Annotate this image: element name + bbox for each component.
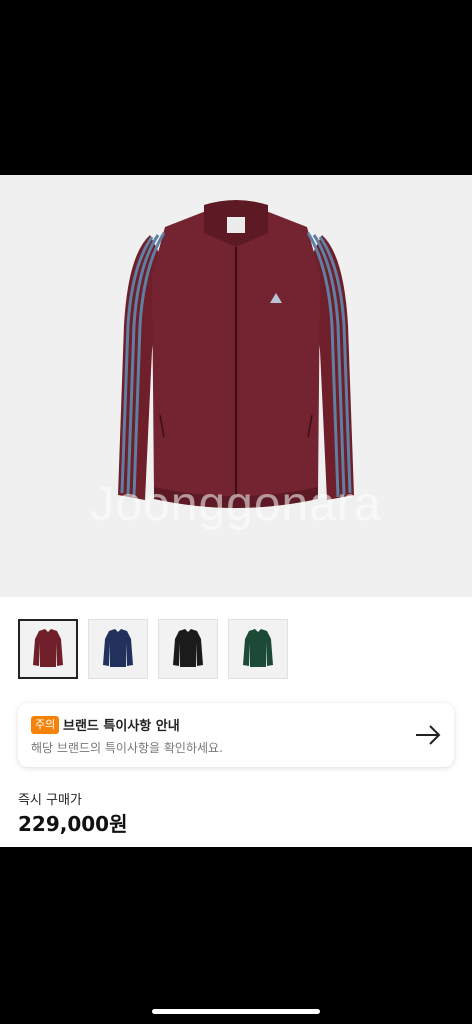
notice-title: 브랜드 특이사항 안내 — [63, 719, 180, 734]
thumbnail-navy[interactable] — [88, 619, 148, 679]
instant-buy-price-label: 즉시 구매가 — [18, 793, 82, 808]
instant-buy-price: 229,000원 — [18, 812, 128, 836]
black-jacket-thumbnail — [173, 629, 203, 667]
brand-notice-card[interactable]: 주의 브랜드 특이사항 안내 해당 브랜드의 특이사항을 확인하세요. — [18, 703, 454, 767]
arrow-right-icon[interactable] — [414, 721, 442, 753]
caution-badge: 주의 — [31, 716, 60, 734]
thumbnail-maroon[interactable] — [18, 619, 78, 679]
navy-jacket-thumbnail — [103, 629, 133, 667]
notice-subtitle: 해당 브랜드의 특이사항을 확인하세요. — [31, 741, 223, 755]
thumbnail-strip — [18, 619, 288, 679]
thumbnail-black[interactable] — [158, 619, 218, 679]
maroon-jacket-thumbnail — [33, 629, 63, 667]
product-detail-sheet: Joonggonara 주의 브랜드 특이사항 안내 해당 브랜드의 특이사항을… — [0, 175, 472, 847]
green-jacket-thumbnail — [243, 629, 273, 667]
product-hero-image[interactable]: Joonggonara — [0, 175, 472, 597]
thumbnail-green[interactable] — [228, 619, 288, 679]
jacket-illustration — [118, 200, 354, 508]
home-indicator[interactable] — [152, 1009, 320, 1014]
watermark-text: Joonggonara — [90, 478, 382, 531]
